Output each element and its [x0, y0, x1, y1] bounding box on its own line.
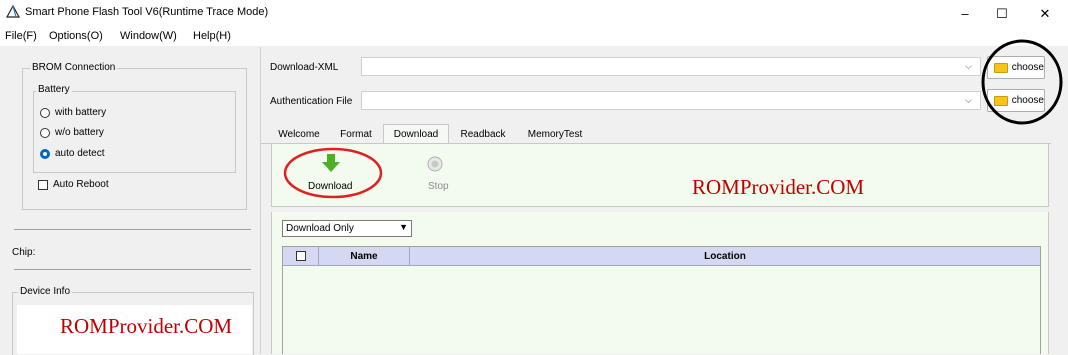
tab-download[interactable]: Download [383, 124, 449, 143]
tab-memorytest[interactable]: MemoryTest [516, 125, 594, 143]
download-mode-value: Download Only [286, 223, 354, 234]
radio-auto-detect-label: auto detect [55, 148, 105, 159]
stop-icon[interactable] [427, 156, 443, 172]
authentication-file-label: Authentication File [270, 96, 353, 107]
menu-help[interactable]: Help(H) [193, 30, 231, 42]
chevron-down-icon[interactable]: ⌵ [965, 61, 972, 72]
menu-options[interactable]: Options(O) [49, 30, 103, 42]
battery-title: Battery [36, 84, 72, 95]
divider [14, 269, 251, 270]
divider [14, 229, 251, 230]
chevron-down-icon[interactable]: ⌵ [965, 95, 972, 106]
download-xml-label: Download-XML [270, 62, 339, 73]
menu-window[interactable]: Window(W) [120, 30, 177, 42]
stop-button[interactable]: Stop [428, 181, 449, 192]
radio-wo-battery[interactable] [40, 128, 50, 138]
radio-with-battery[interactable] [40, 108, 50, 118]
download-mode-select[interactable]: Download Only ▼ [282, 220, 412, 237]
annotation-circle-red [283, 147, 383, 199]
menu-file[interactable]: File(F) [5, 30, 37, 42]
maximize-icon: ☐ [996, 5, 1008, 21]
close-button[interactable]: ✕ [1022, 0, 1068, 27]
splitter[interactable] [260, 47, 261, 354]
tab-format[interactable]: Format [332, 125, 380, 143]
device-info-title: Device Info [18, 286, 73, 297]
close-icon: ✕ [1039, 5, 1051, 21]
authentication-file-combo[interactable]: ⌵ [361, 91, 981, 110]
auto-reboot-label: Auto Reboot [53, 179, 109, 190]
tab-welcome[interactable]: Welcome [272, 125, 326, 143]
chevron-down-icon[interactable]: ▼ [399, 222, 408, 232]
select-all-checkbox[interactable] [295, 251, 306, 261]
watermark: ROMProvider.COM [60, 314, 233, 338]
table-header-check [283, 247, 319, 265]
radio-with-battery-label: with battery [55, 107, 107, 118]
chip-label: Chip: [12, 247, 36, 258]
tab-readback[interactable]: Readback [452, 125, 514, 143]
minimize-icon: – [961, 6, 969, 21]
annotation-circle-black [981, 39, 1063, 125]
radio-wo-battery-label: w/o battery [55, 127, 104, 138]
auto-reboot-checkbox[interactable] [38, 180, 48, 190]
download-toolbar [271, 143, 1049, 207]
download-xml-combo[interactable]: ⌵ [361, 57, 981, 76]
table-header-name[interactable]: Name [319, 247, 410, 265]
maximize-button[interactable]: ☐ [979, 0, 1025, 27]
radio-auto-detect[interactable] [40, 149, 50, 159]
watermark: ROMProvider.COM [692, 175, 865, 199]
header-divider [283, 265, 1040, 266]
window-title: Smart Phone Flash Tool V6(Runtime Trace … [25, 6, 269, 18]
brom-connection-title: BROM Connection [30, 62, 118, 73]
app-logo-icon [6, 5, 20, 18]
table-header-location[interactable]: Location [410, 247, 1040, 265]
